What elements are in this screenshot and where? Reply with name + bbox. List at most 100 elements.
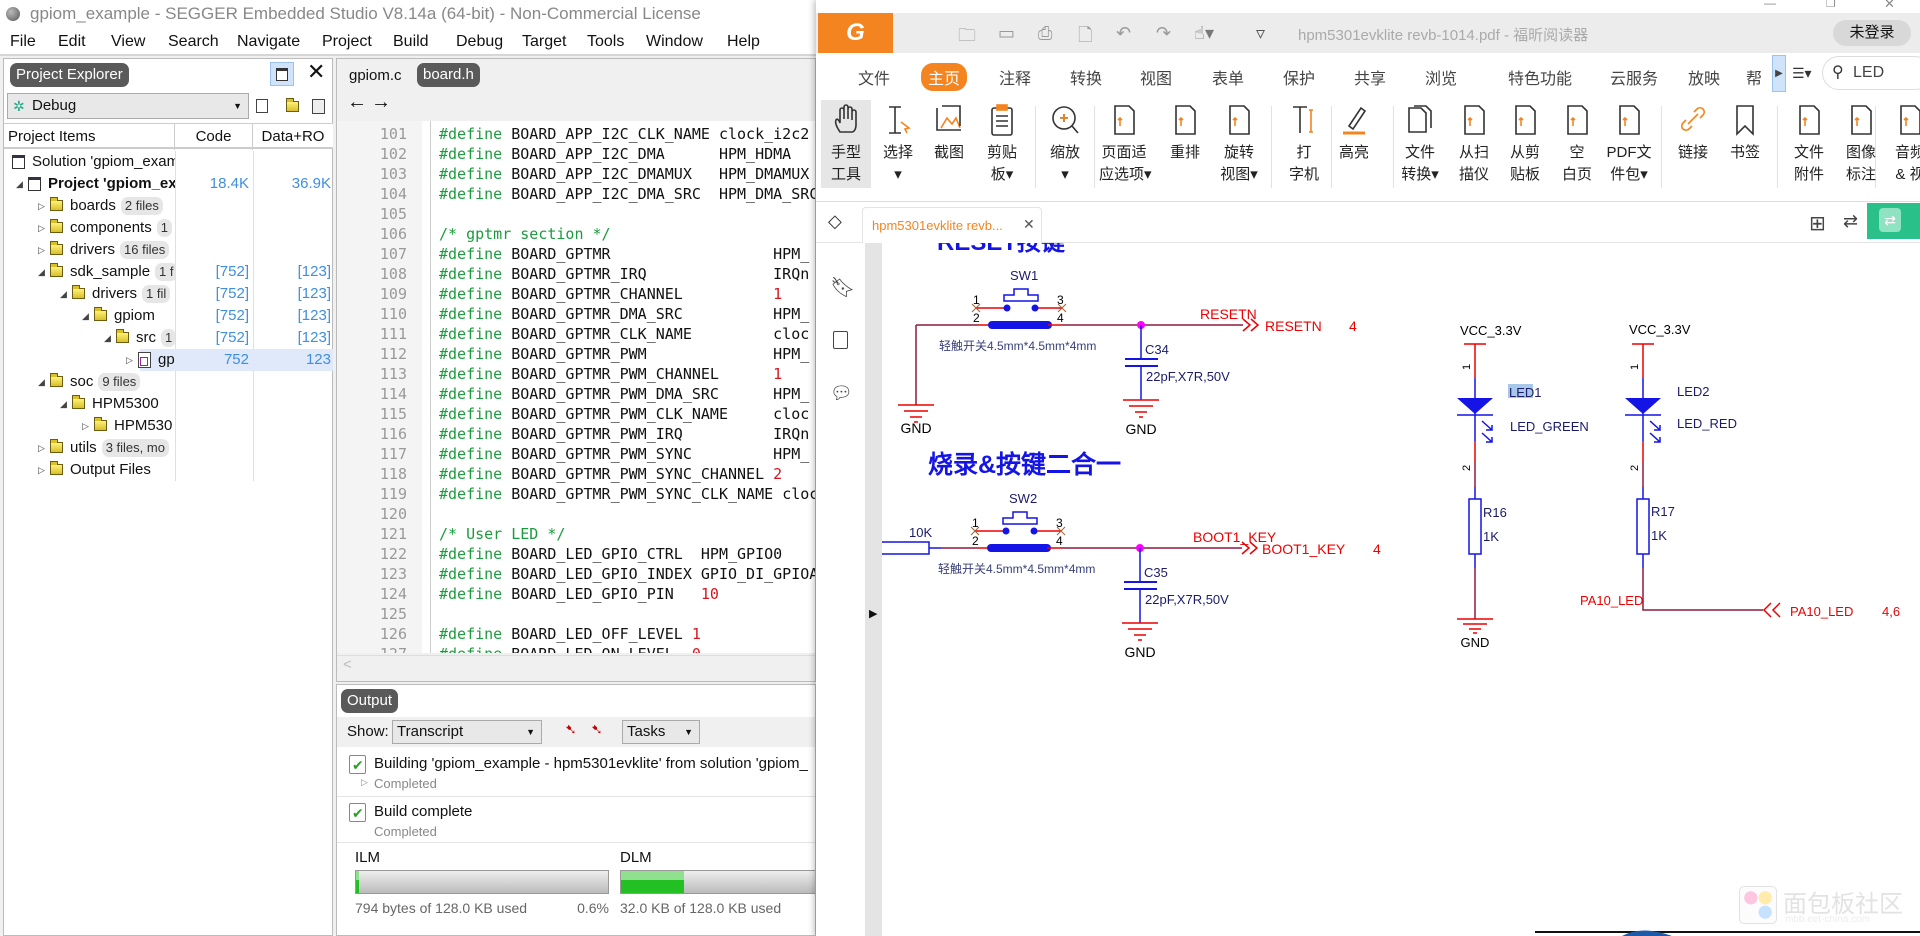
- customize-quick-access-icon[interactable]: ▿: [1256, 23, 1265, 44]
- pdf-menu-tab[interactable]: 文件: [858, 65, 890, 89]
- ribbon-button-blank-page[interactable]: 空白页: [1552, 100, 1602, 188]
- window-toggle-button[interactable]: [270, 62, 294, 86]
- ribbon-button-zoom[interactable]: 缩放 ▾: [1040, 100, 1090, 188]
- close-window-button[interactable]: ✕: [1884, 0, 1895, 12]
- tree-item[interactable]: ▷ boards 2 files: [4, 195, 333, 217]
- search-input[interactable]: ⚲ LED: [1822, 56, 1920, 90]
- ribbon-button-clipboard[interactable]: 剪贴 板▾: [977, 100, 1027, 188]
- menu-scroll-right-button[interactable]: ▶: [1772, 55, 1786, 92]
- tree-item[interactable]: ▷ components 1: [4, 217, 333, 239]
- menu-edit[interactable]: Edit: [58, 28, 86, 56]
- print-icon[interactable]: ⎙: [1038, 23, 1052, 44]
- close-tab-icon[interactable]: ✕: [1023, 216, 1035, 233]
- ribbon-button-from-scanner[interactable]: 从扫 描仪: [1449, 100, 1499, 188]
- expand-icon[interactable]: ▷: [361, 777, 368, 788]
- new-page-icon[interactable]: 🗋: [1078, 23, 1092, 53]
- show-dropdown[interactable]: Transcript: [392, 720, 542, 744]
- pdf-page[interactable]: RESET按键 SW1 1 2 3 4 GND 轻触开关4.5mm*4.5mm*4m…: [878, 228, 1920, 936]
- maximize-button[interactable]: ❐: [1826, 0, 1836, 10]
- collapse-icon[interactable]: ◢: [38, 371, 45, 393]
- menu-window[interactable]: Window: [646, 28, 703, 56]
- comments-panel-icon[interactable]: 💬︎: [830, 383, 853, 404]
- pdf-menu-tab[interactable]: 特色功能: [1508, 65, 1572, 89]
- ribbon-button-screenshot[interactable]: 截图: [924, 100, 974, 188]
- expand-panel-icon[interactable]: ▶: [869, 607, 877, 620]
- ribbon-button-file-attachment[interactable]: 文件 附件: [1784, 100, 1834, 188]
- code-area[interactable]: 101 #define BOARD_APP_I2C_CLK_NAME clock_…: [337, 121, 815, 653]
- ribbon-button-fit-page[interactable]: 页面适 应选项▾: [1099, 100, 1152, 188]
- menu-tools[interactable]: Tools: [587, 28, 624, 56]
- thumbnail-view-icon[interactable]: ⊞: [1809, 211, 1826, 236]
- tasks-dropdown[interactable]: Tasks: [622, 720, 700, 744]
- expand-icon[interactable]: ▷: [38, 459, 45, 481]
- menu-target[interactable]: Target: [522, 28, 566, 56]
- ribbon-button-image-annotation[interactable]: 图像 标注: [1836, 100, 1886, 188]
- tab-gpiom-c[interactable]: gpiom.c: [349, 64, 402, 88]
- tree-item[interactable]: ◢ gpiom [752] [123]: [4, 305, 333, 327]
- forward-arrow-icon[interactable]: →: [371, 91, 391, 114]
- tab-board-h[interactable]: board.h: [417, 63, 480, 87]
- pdf-menu-tab[interactable]: 视图: [1140, 65, 1172, 89]
- menu-search[interactable]: Search: [168, 28, 219, 56]
- tree-item[interactable]: ◢ src 1 [752] [123]: [4, 327, 333, 349]
- build-message[interactable]: Build complete: [374, 803, 472, 820]
- expand-icon[interactable]: ▷: [38, 195, 45, 217]
- menu-project[interactable]: Project: [322, 28, 372, 56]
- tree-item[interactable]: Solution 'gpiom_exam: [4, 151, 333, 173]
- redo-icon[interactable]: ↷: [1156, 23, 1171, 44]
- ribbon-button-audio-video[interactable]: 音频 & 视: [1885, 100, 1920, 188]
- collapse-icon[interactable]: ◢: [16, 173, 23, 195]
- pdf-menu-tab[interactable]: 共享: [1354, 65, 1386, 89]
- document-tab[interactable]: hpm5301evklite revb... ✕: [862, 207, 1042, 243]
- ribbon-button-bookmark[interactable]: 书签: [1720, 100, 1770, 188]
- tree-item[interactable]: ◢ HPM5300: [4, 393, 333, 415]
- configuration-dropdown[interactable]: ✲ Debug: [7, 93, 249, 119]
- ribbon-button-select-text[interactable]: 选择 ▾: [873, 100, 923, 188]
- back-arrow-icon[interactable]: ←: [347, 91, 367, 114]
- new-folder-icon[interactable]: [286, 98, 299, 112]
- pdf-menu-tab[interactable]: 浏览: [1425, 65, 1457, 89]
- prev-error-icon[interactable]: ➷: [565, 721, 577, 738]
- close-panel-button[interactable]: ✕: [307, 59, 325, 85]
- pdf-menu-tab[interactable]: 主页: [921, 63, 968, 91]
- eraser-tool-icon[interactable]: ◇: [828, 211, 842, 232]
- menu-view[interactable]: View: [111, 28, 145, 56]
- ribbon-button-typewriter[interactable]: 打字机: [1279, 100, 1329, 188]
- column-data-ro[interactable]: Data+RO: [253, 124, 333, 150]
- tree-item[interactable]: ◢ drivers 1 fil [752] [123]: [4, 283, 333, 305]
- ribbon-button-file-convert[interactable]: 文件 转换▾: [1395, 100, 1445, 188]
- pdf-menu-tab[interactable]: 注释: [999, 65, 1031, 89]
- menu-build[interactable]: Build: [393, 28, 429, 56]
- expand-icon[interactable]: ▷: [126, 349, 133, 371]
- menu-navigate[interactable]: Navigate: [237, 28, 300, 56]
- scroll-left-icon[interactable]: <: [343, 656, 352, 673]
- pdf-menu-tab[interactable]: 保护: [1283, 65, 1315, 89]
- ribbon-button-reflow[interactable]: 重排: [1160, 100, 1210, 188]
- ribbon-button-rotate-view[interactable]: 旋转 视图▾: [1214, 100, 1264, 188]
- minimize-button[interactable]: —: [1764, 0, 1776, 10]
- ribbon-button-from-clipboard[interactable]: 从剪 贴板: [1500, 100, 1550, 188]
- pdf-menu-tab[interactable]: 转换: [1070, 65, 1102, 89]
- collapse-icon[interactable]: ◢: [82, 305, 89, 327]
- collapse-icon[interactable]: ◢: [60, 393, 67, 415]
- tree-item[interactable]: ◢ Project 'gpiom_ex 18.4K 36.9K: [4, 173, 333, 195]
- undo-icon[interactable]: ↶: [1116, 23, 1131, 44]
- expand-icon[interactable]: ▷: [38, 437, 45, 459]
- ribbon-button-highlight[interactable]: 高亮: [1329, 100, 1379, 188]
- bookmark-panel-icon[interactable]: 🔖︎: [830, 275, 855, 300]
- open-file-icon[interactable]: 🗀: [958, 23, 976, 53]
- tree-item[interactable]: ◢ soc 9 files: [4, 371, 333, 393]
- options-icon[interactable]: [312, 99, 325, 114]
- ribbon-button-link[interactable]: 链接: [1668, 100, 1718, 188]
- ribbon-button-hand[interactable]: 手型 工具: [821, 100, 871, 188]
- pdf-menu-tab[interactable]: 表单: [1212, 65, 1244, 89]
- login-button[interactable]: 未登录: [1833, 20, 1911, 46]
- tree-item[interactable]: ▷ Output Files: [4, 459, 333, 481]
- sync-button[interactable]: ⇄: [1867, 203, 1920, 239]
- expand-icon[interactable]: ▷: [38, 239, 45, 261]
- menu-file[interactable]: File: [10, 28, 36, 56]
- pdf-menu-tab[interactable]: 云服务: [1610, 65, 1658, 89]
- collapse-icon[interactable]: ◢: [60, 283, 67, 305]
- tree-item[interactable]: ◢ sdk_sample 1 f [752] [123]: [4, 261, 333, 283]
- pages-panel-icon[interactable]: [833, 331, 848, 349]
